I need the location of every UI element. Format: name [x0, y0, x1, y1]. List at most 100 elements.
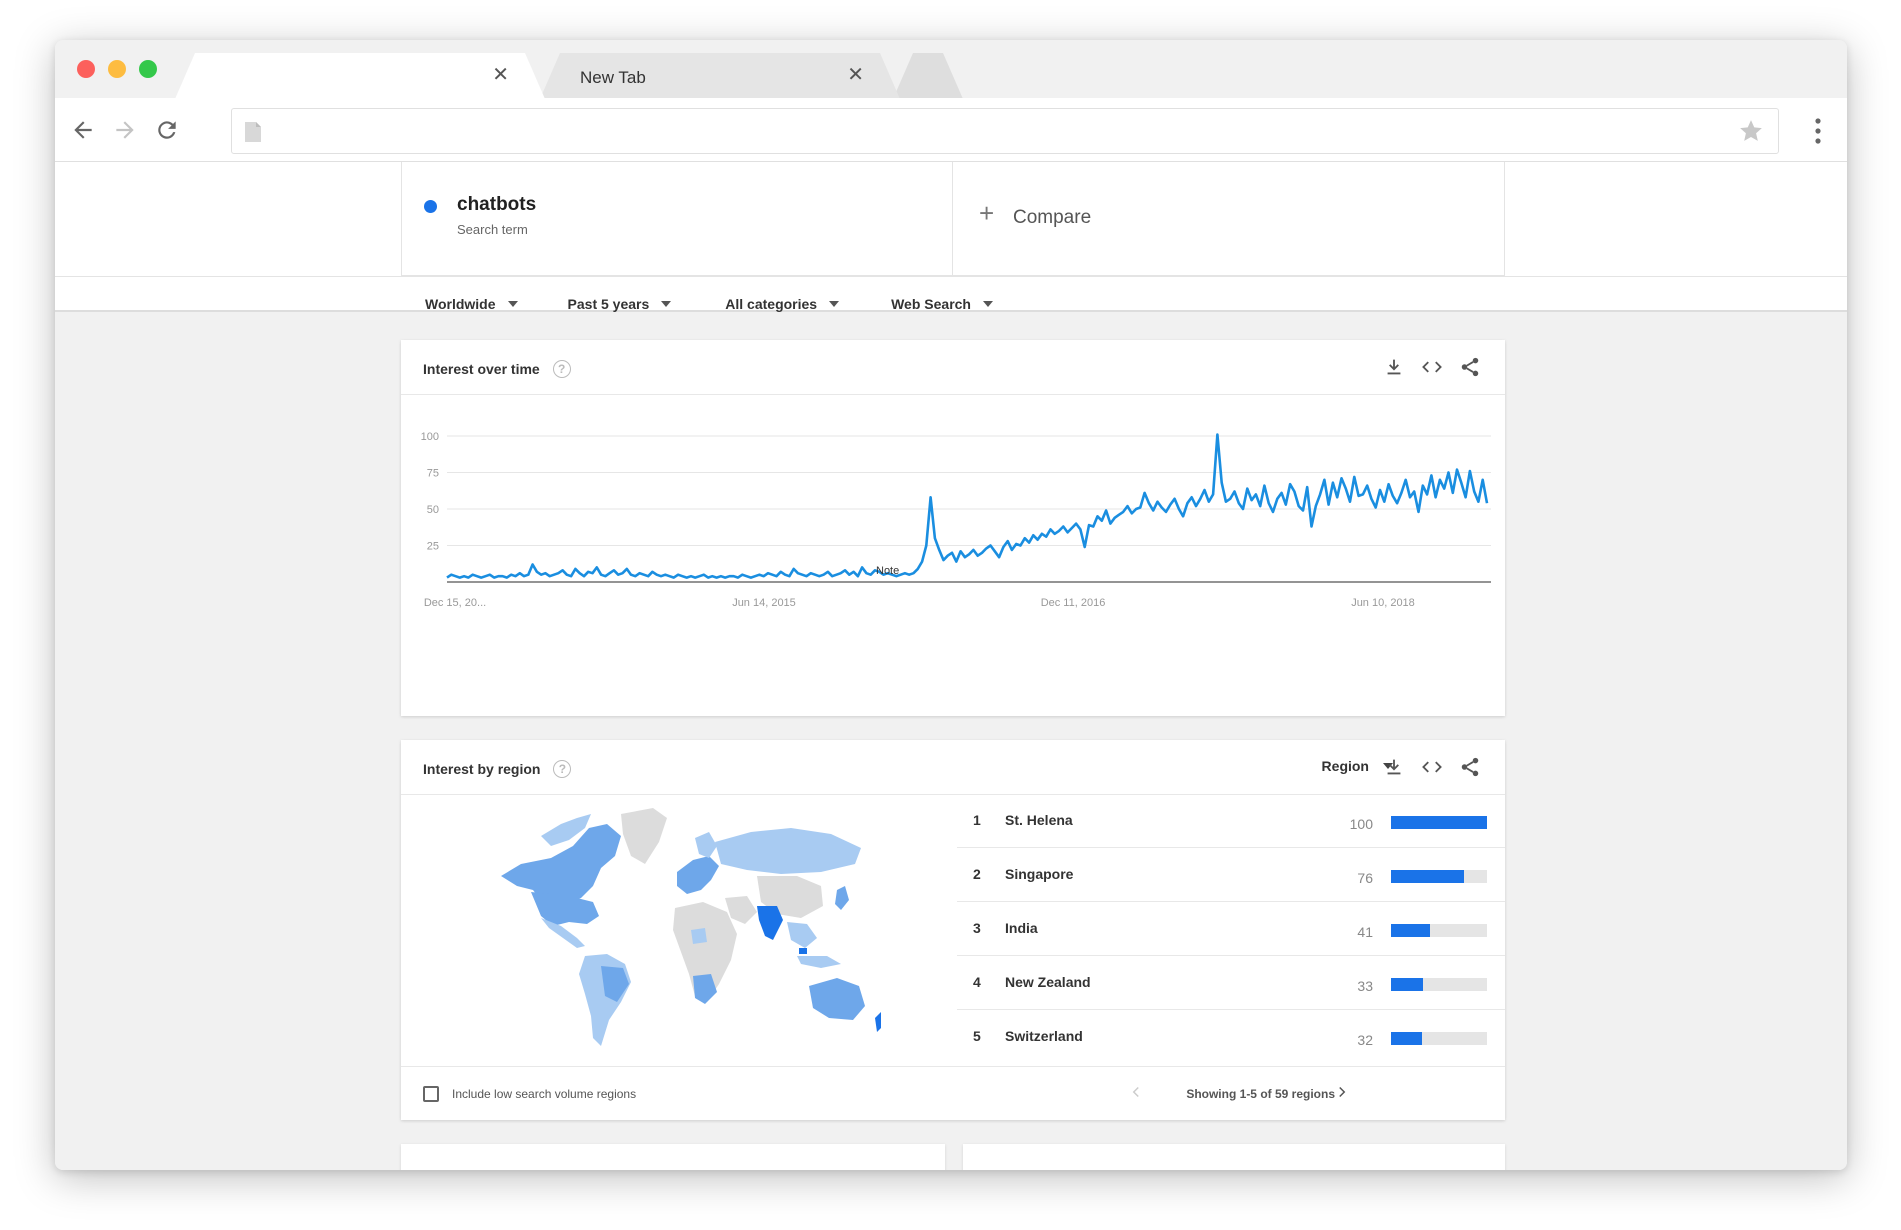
region-bar	[1391, 870, 1487, 883]
download-icon[interactable]	[1383, 356, 1405, 378]
region-name[interactable]: St. Helena	[1005, 812, 1073, 828]
tab-active[interactable]: ✕	[175, 53, 545, 99]
map-region-scandinavia	[695, 832, 717, 858]
card-title: Interest by region ?	[423, 760, 572, 778]
tab-strip: New Tab ✕ ✕	[55, 40, 1847, 98]
region-bar-fill	[1391, 924, 1431, 937]
interest-over-time-chart[interactable]: 25 50 75 100 Dec 15, 20... Jun 14, 2015 Dec 11…	[401, 394, 1505, 716]
maximize-window-button[interactable]	[139, 60, 157, 78]
trends-page: chatbots Search term + Compare Worldwide…	[55, 162, 1847, 1170]
region-resolution-label: Region	[1321, 758, 1369, 774]
region-rank: 2	[973, 866, 981, 882]
region-value: 76	[1357, 870, 1373, 886]
chevron-left-icon[interactable]	[1127, 1083, 1145, 1101]
region-name[interactable]: Singapore	[1005, 866, 1073, 882]
time-filter-label: Past 5 years	[567, 296, 650, 312]
map-region-greenland	[621, 808, 667, 864]
region-filter-dropdown[interactable]: Worldwide	[425, 296, 518, 312]
region-bar	[1391, 1032, 1487, 1045]
region-bar	[1391, 978, 1487, 991]
interest-by-region-card: Interest by region ? Region 1 St. Helena…	[401, 740, 1505, 1120]
region-card-footer: Include low search volume regions Showin…	[401, 1066, 1505, 1120]
help-icon[interactable]: ?	[553, 760, 572, 778]
map-region-new-zealand	[875, 1012, 881, 1032]
dropdown-caret-icon	[829, 301, 840, 307]
region-value: 32	[1357, 1032, 1373, 1048]
term-color-dot	[424, 200, 437, 213]
term-name[interactable]: chatbots	[457, 194, 536, 216]
bookmark-star-icon[interactable]	[1738, 118, 1764, 144]
region-bar	[1391, 924, 1487, 937]
region-name[interactable]: New Zealand	[1005, 974, 1091, 990]
map-region-japan	[835, 886, 849, 910]
y-tick-label: 50	[427, 504, 439, 516]
region-rank: 3	[973, 920, 981, 936]
x-tick-label: Jun 14, 2015	[732, 597, 796, 609]
region-name[interactable]: India	[1005, 920, 1038, 936]
region-bar-fill	[1391, 1032, 1422, 1045]
compare-label[interactable]: Compare	[1013, 207, 1091, 229]
card-actions	[1383, 356, 1481, 378]
dropdown-caret-icon	[507, 301, 518, 307]
category-filter-label: All categories	[725, 296, 818, 312]
region-row[interactable]: 1 St. Helena 100	[957, 794, 1505, 848]
tab-title: New Tab	[580, 68, 646, 87]
back-icon[interactable]	[67, 114, 99, 146]
minimize-window-button[interactable]	[108, 60, 126, 78]
chevron-right-icon[interactable]	[1333, 1083, 1351, 1101]
region-name[interactable]: Switzerland	[1005, 1028, 1083, 1044]
page-icon	[245, 122, 261, 142]
embed-code-icon[interactable]	[1421, 756, 1443, 778]
chart-note-label[interactable]: Note	[876, 565, 899, 577]
region-filter-label: Worldwide	[425, 296, 496, 312]
interest-over-time-card: Interest over time ? 25 50 75 100 Dec 15, 20…	[401, 340, 1505, 716]
tab-close-icon[interactable]: ✕	[847, 65, 864, 85]
embed-code-icon[interactable]	[1421, 356, 1443, 378]
y-tick-label: 75	[427, 468, 439, 480]
related-queries-card	[963, 1144, 1505, 1170]
pager-label: Showing 1-5 of 59 regions	[1186, 1087, 1335, 1101]
region-row[interactable]: 2 Singapore 76	[957, 848, 1505, 902]
region-row[interactable]: 4 New Zealand 33	[957, 956, 1505, 1010]
tab-new-tab[interactable]: New Tab ✕	[540, 53, 900, 99]
interest-over-time-title: Interest over time	[423, 361, 540, 377]
close-window-button[interactable]	[77, 60, 95, 78]
interest-by-region-title: Interest by region	[423, 761, 541, 777]
dropdown-caret-icon	[661, 301, 672, 307]
browser-window: New Tab ✕ ✕ chatbots Search term + Compa…	[55, 40, 1847, 1170]
more-menu-icon[interactable]	[1813, 116, 1823, 146]
browser-toolbar	[55, 98, 1847, 162]
map-region-southeast-asia	[787, 922, 817, 948]
map-region-europe	[677, 856, 719, 894]
tab-close-icon[interactable]: ✕	[492, 65, 509, 85]
property-filter-dropdown[interactable]: Web Search	[891, 296, 993, 312]
compare-card[interactable]: + Compare	[953, 162, 1505, 276]
download-icon[interactable]	[1383, 756, 1405, 778]
divider	[55, 276, 1847, 277]
x-tick-label: Jun 10, 2018	[1351, 597, 1415, 609]
category-filter-dropdown[interactable]: All categories	[725, 296, 840, 312]
region-row[interactable]: 3 India 41	[957, 902, 1505, 956]
search-term-card[interactable]: chatbots Search term	[401, 162, 953, 276]
share-icon[interactable]	[1459, 356, 1481, 378]
low-volume-label[interactable]: Include low search volume regions	[452, 1087, 636, 1101]
reload-icon[interactable]	[151, 114, 183, 146]
x-tick-label: Dec 11, 2016	[1041, 597, 1106, 609]
map-region-indonesia	[797, 956, 841, 968]
series-line[interactable]	[446, 433, 1489, 579]
help-icon[interactable]: ?	[552, 360, 571, 378]
map-region-australia	[809, 978, 865, 1020]
map-region-russia	[715, 828, 861, 874]
term-type: Search term	[457, 222, 528, 237]
share-icon[interactable]	[1459, 756, 1481, 778]
new-tab-button[interactable]	[893, 53, 963, 99]
world-map[interactable]	[481, 806, 881, 1056]
time-filter-dropdown[interactable]: Past 5 years	[568, 296, 672, 312]
region-row[interactable]: 5 Switzerland 32	[957, 1010, 1505, 1064]
card-actions	[1383, 756, 1481, 778]
map-region-singapore	[799, 948, 807, 954]
region-rank: 4	[973, 974, 981, 990]
forward-icon[interactable]	[109, 114, 141, 146]
low-volume-checkbox[interactable]	[423, 1086, 439, 1102]
address-bar[interactable]	[231, 108, 1779, 154]
